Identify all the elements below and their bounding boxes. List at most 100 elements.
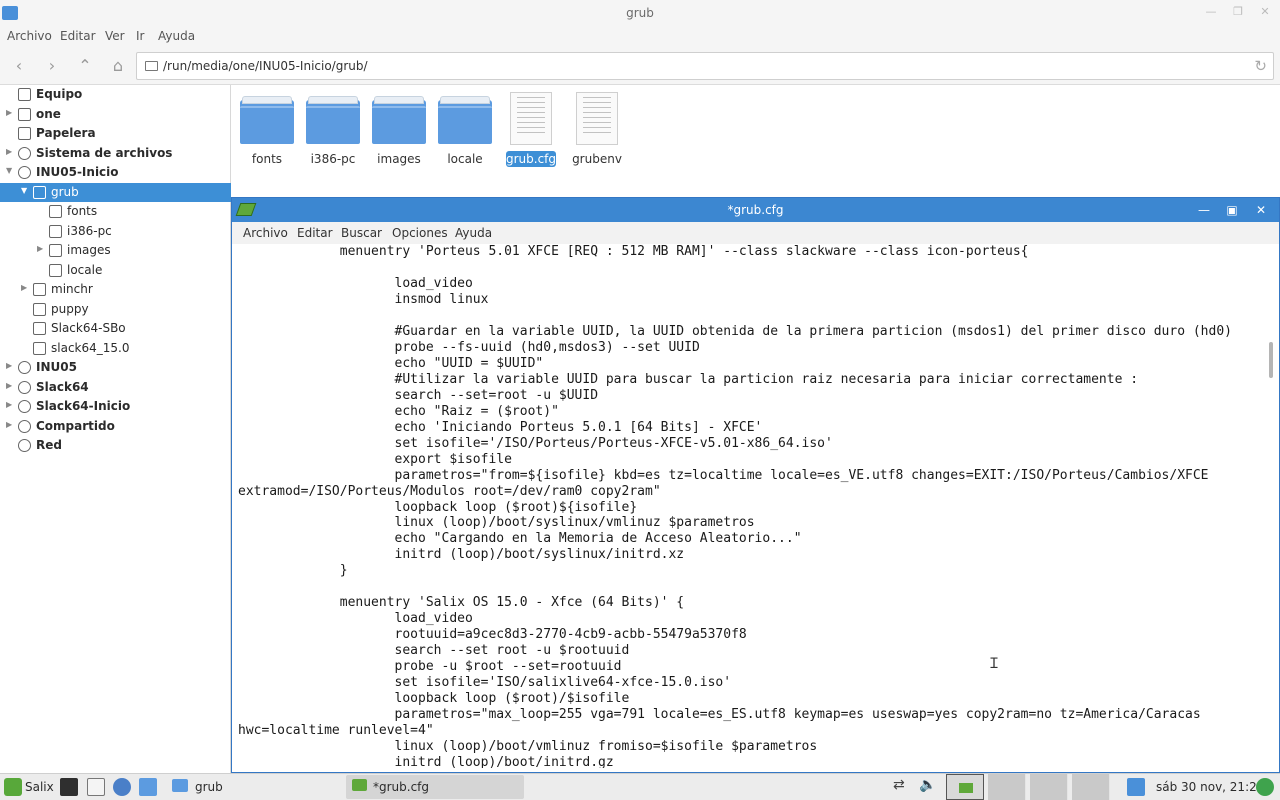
workspace-2[interactable] xyxy=(988,774,1026,800)
up-icon[interactable]: ⌃ xyxy=(75,56,95,76)
expander-arrow-icon[interactable]: ▶ xyxy=(6,420,16,429)
sidebar-item-compartido[interactable]: ▶ Compartido xyxy=(0,417,231,436)
menu-ayuda[interactable]: Ayuda xyxy=(455,226,492,240)
menu-editar[interactable]: Editar xyxy=(297,226,333,240)
expanded-arrow-icon[interactable]: ▼ xyxy=(21,186,31,195)
expander-arrow-icon[interactable]: ▶ xyxy=(6,361,16,370)
home-icon[interactable]: ⌂ xyxy=(108,56,128,76)
file-manager-titlebar[interactable]: grub — ❐ ✕ xyxy=(0,0,1280,27)
expanded-arrow-icon[interactable]: ▼ xyxy=(6,166,16,175)
menu-ver[interactable]: Ver xyxy=(105,29,125,43)
clock[interactable]: sáb 30 nov, 21:20 xyxy=(1156,780,1264,794)
file-name: grubenv xyxy=(572,152,622,166)
expander-arrow-icon[interactable]: ▶ xyxy=(6,147,16,156)
sidebar-item-slack64-sbo[interactable]: Slack64-SBo xyxy=(0,319,231,338)
location-path[interactable]: /run/media/one/INU05-Inicio/grub/ xyxy=(163,59,368,73)
file-item-grub-cfg[interactable]: grub.cfg xyxy=(498,92,564,178)
folder-icon xyxy=(372,96,426,144)
file-item-grubenv[interactable]: grubenv xyxy=(564,92,630,178)
file-item-locale[interactable]: locale xyxy=(432,92,498,178)
sidebar-item-slack64-inicio[interactable]: ▶ Slack64-Inicio xyxy=(0,397,231,416)
menu-ir[interactable]: Ir xyxy=(136,29,144,43)
reload-icon[interactable]: ↻ xyxy=(1254,57,1267,75)
text-line: load_video xyxy=(238,611,473,627)
sidebar-item-inu05[interactable]: ▶ INU05 xyxy=(0,358,231,377)
sidebar-item-puppy[interactable]: puppy xyxy=(0,300,231,319)
minimize-icon[interactable]: — xyxy=(1204,5,1218,19)
expander-arrow-icon[interactable]: ▶ xyxy=(37,244,47,253)
scrollbar[interactable] xyxy=(1267,246,1275,766)
files-icon[interactable] xyxy=(139,778,157,796)
task-grub-cfg[interactable]: *grub.cfg xyxy=(346,775,524,799)
workspace-4[interactable] xyxy=(1072,774,1110,800)
sidebar-item-label: INU05-Inicio xyxy=(36,165,119,179)
file-name: images xyxy=(377,152,421,166)
sidebar-item-slack64-15-0[interactable]: slack64_15.0 xyxy=(0,339,231,358)
computer-icon xyxy=(18,88,31,101)
file-item-images[interactable]: images xyxy=(366,92,432,178)
sidebar-item-inu05-inicio[interactable]: ▼ INU05-Inicio xyxy=(0,163,231,182)
maximize-icon[interactable]: ❐ xyxy=(1231,5,1245,19)
start-menu-label[interactable]: Salix xyxy=(25,780,54,794)
sidebar-item-images[interactable]: ▶ images xyxy=(0,241,231,260)
text-area[interactable]: menuentry 'Porteus 5.01 XFCE [REQ : 512 … xyxy=(236,244,1266,768)
text-line: linux (loop)/boot/vmlinuz fromiso=$isofi… xyxy=(238,739,818,755)
sidebar-item-grub[interactable]: ▼ grub xyxy=(0,182,231,202)
workspace-1[interactable] xyxy=(946,774,984,800)
expander-arrow-icon[interactable]: ▶ xyxy=(6,400,16,409)
task-grub[interactable]: grub xyxy=(166,775,344,799)
editor-titlebar[interactable]: *grub.cfg — ▣ ✕ xyxy=(232,198,1279,222)
menu-archivo[interactable]: Archivo xyxy=(243,226,288,240)
drive-icon xyxy=(18,400,31,413)
minimize-icon[interactable]: — xyxy=(1196,202,1212,218)
scrollbar-thumb[interactable] xyxy=(1269,342,1273,378)
show-desktop-icon[interactable] xyxy=(1127,778,1145,796)
salix-logo-icon[interactable] xyxy=(4,778,22,796)
volume-icon[interactable]: 🔈 xyxy=(919,777,936,793)
sidebar-item-one[interactable]: ▶ one xyxy=(0,105,231,124)
text-line: probe -u $root --set=rootuuid xyxy=(238,659,622,675)
menu-editar[interactable]: Editar xyxy=(60,29,96,43)
back-icon[interactable]: ‹ xyxy=(9,56,29,76)
forward-icon[interactable]: › xyxy=(42,56,62,76)
network-icon[interactable]: ⇄ xyxy=(893,777,905,793)
sidebar-item-locale[interactable]: locale xyxy=(0,261,231,280)
sidebar-item-papelera[interactable]: Papelera xyxy=(0,124,231,143)
text-line: linux (loop)/boot/syslinux/vmlinuz $para… xyxy=(238,515,755,531)
menu-archivo[interactable]: Archivo xyxy=(7,29,52,43)
folder-icon xyxy=(33,283,46,296)
sidebar-item-label: locale xyxy=(67,262,103,277)
text-editor-icon[interactable] xyxy=(87,778,105,796)
network-icon xyxy=(18,439,31,452)
expander-arrow-icon[interactable]: ▶ xyxy=(21,283,31,292)
folder-icon xyxy=(33,302,46,316)
terminal-icon[interactable] xyxy=(60,778,78,796)
sidebar-item-equipo[interactable]: Equipo xyxy=(0,85,231,104)
sidebar-item-sistema-de-archivos[interactable]: ▶ Sistema de archivos xyxy=(0,144,231,163)
folder-icon xyxy=(145,61,158,71)
editor-menubar: Archivo Editar Buscar Opciones Ayuda xyxy=(232,222,1279,244)
close-icon[interactable]: ✕ xyxy=(1253,202,1269,218)
text-line: initrd (loop)/boot/initrd.gz xyxy=(238,755,614,768)
sidebar-item-fonts[interactable]: fonts xyxy=(0,202,231,221)
location-bar[interactable]: /run/media/one/INU05-Inicio/grub/ ↻ xyxy=(136,52,1274,80)
browser-icon[interactable] xyxy=(113,778,131,796)
sidebar-item-i386-pc[interactable]: i386-pc xyxy=(0,222,231,241)
expander-arrow-icon[interactable]: ▶ xyxy=(6,381,16,390)
leafpad-icon xyxy=(352,779,367,791)
menu-opciones[interactable]: Opciones xyxy=(392,226,448,240)
file-item-fonts[interactable]: fonts xyxy=(234,92,300,178)
file-item-i386-pc[interactable]: i386-pc xyxy=(300,92,366,178)
close-icon[interactable]: ✕ xyxy=(1258,5,1272,19)
menu-ayuda[interactable]: Ayuda xyxy=(158,29,195,43)
expander-arrow-icon[interactable]: ▶ xyxy=(6,108,16,117)
maximize-icon[interactable]: ▣ xyxy=(1224,202,1240,218)
menu-buscar[interactable]: Buscar xyxy=(341,226,382,240)
sidebar-item-label: puppy xyxy=(51,301,89,316)
sidebar-item-red[interactable]: Red xyxy=(0,436,231,455)
sidebar-item-slack64[interactable]: ▶ Slack64 xyxy=(0,378,231,397)
folder-icon xyxy=(172,779,188,792)
sidebar-item-minchr[interactable]: ▶ minchr xyxy=(0,280,231,299)
power-icon[interactable] xyxy=(1256,778,1274,796)
workspace-3[interactable] xyxy=(1030,774,1068,800)
